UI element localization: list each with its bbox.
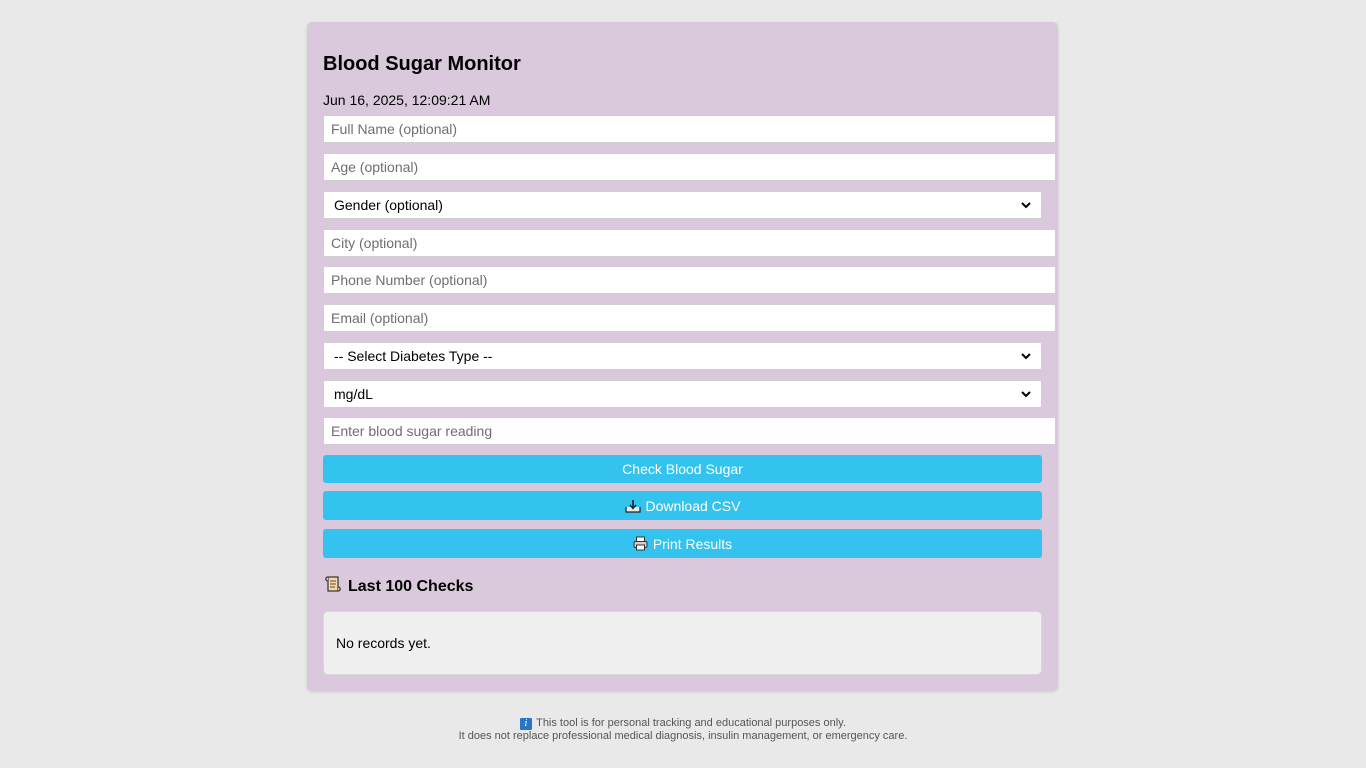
records-panel: No records yet.: [323, 611, 1042, 675]
city-input[interactable]: [323, 229, 1056, 257]
empty-records-message: No records yet.: [336, 635, 431, 651]
blood-sugar-reading-input[interactable]: [323, 417, 1056, 445]
disclaimer-line-1: This tool is for personal tracking and e…: [536, 717, 846, 729]
phone-input[interactable]: [323, 266, 1056, 294]
download-tray-icon: [624, 499, 641, 513]
info-icon: i: [520, 717, 533, 730]
monitor-card: Blood Sugar Monitor Jun 16, 2025, 12:09:…: [307, 22, 1058, 691]
print-results-label: Print Results: [652, 535, 733, 552]
age-input[interactable]: [323, 153, 1056, 181]
full-name-input[interactable]: [323, 115, 1056, 143]
diabetes-type-select-value: -- Select Diabetes Type --: [334, 348, 493, 364]
chevron-down-icon: [1021, 352, 1031, 360]
email-input[interactable]: [323, 304, 1056, 332]
print-results-button[interactable]: Print Results: [323, 529, 1042, 558]
diabetes-type-select[interactable]: -- Select Diabetes Type --: [323, 342, 1042, 370]
chevron-down-icon: [1021, 201, 1031, 209]
page-title: Blood Sugar Monitor: [323, 53, 521, 75]
check-blood-sugar-button[interactable]: Check Blood Sugar: [323, 455, 1042, 483]
history-heading: Last 100 Checks: [324, 575, 473, 598]
check-blood-sugar-label: Check Blood Sugar: [622, 461, 743, 477]
printer-icon: [633, 536, 648, 551]
unit-select-value: mg/dL: [334, 386, 373, 402]
download-csv-label: Download CSV: [645, 497, 741, 514]
disclaimer-line-2: It does not replace professional medical…: [458, 730, 908, 742]
gender-select[interactable]: Gender (optional): [323, 191, 1042, 219]
scroll-icon: [324, 575, 342, 598]
history-title: Last 100 Checks: [348, 577, 474, 595]
gender-select-value: Gender (optional): [334, 197, 443, 213]
unit-select[interactable]: mg/dL: [323, 380, 1042, 408]
chevron-down-icon: [1021, 390, 1031, 398]
disclaimer-footer: i This tool is for personal tracking and…: [0, 717, 1366, 743]
download-csv-button[interactable]: Download CSV: [323, 491, 1042, 520]
current-datetime: Jun 16, 2025, 12:09:21 AM: [323, 92, 491, 108]
